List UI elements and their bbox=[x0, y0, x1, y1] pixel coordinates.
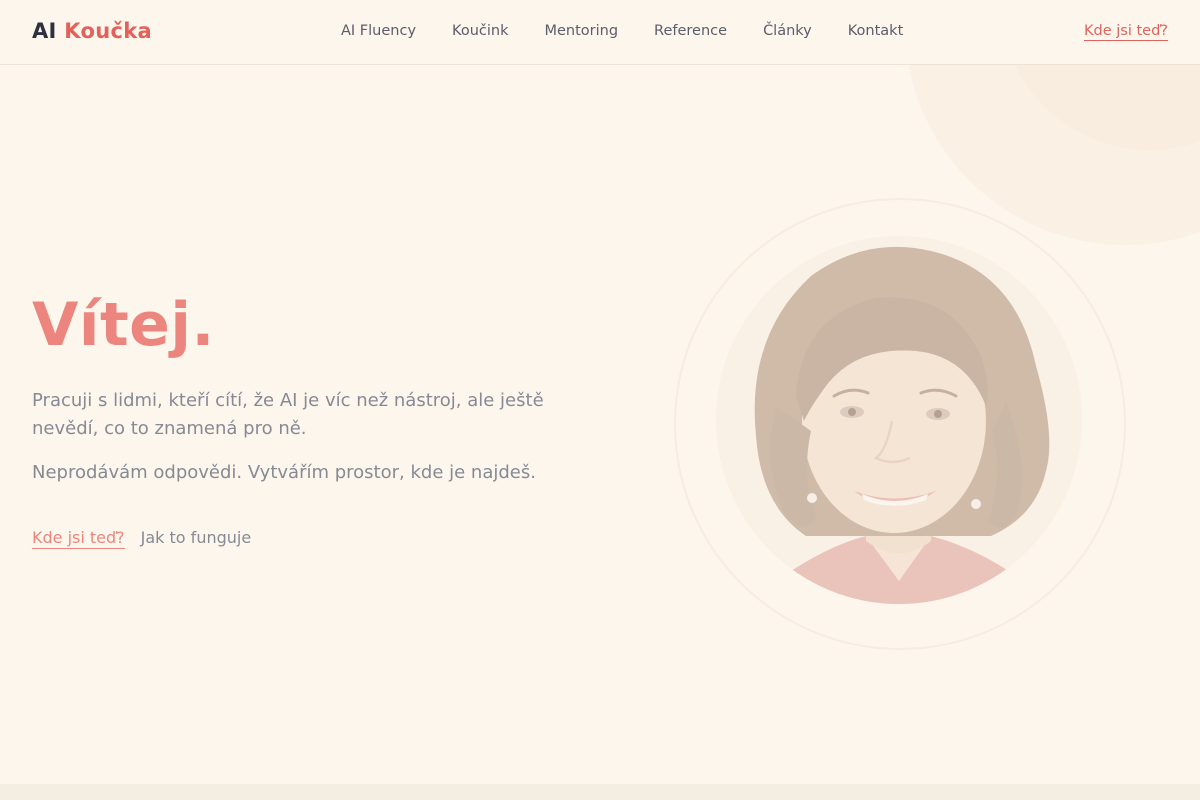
site-header: AI Koučka AI Fluency Koučink Mentoring R… bbox=[0, 0, 1200, 65]
how-it-works-link[interactable]: Jak to funguje bbox=[141, 528, 252, 547]
page: AI Koučka AI Fluency Koučink Mentoring R… bbox=[0, 0, 1200, 800]
hero-actions: Kde jsi teď? Jak to funguje bbox=[32, 528, 251, 549]
nav-item-mentoring[interactable]: Mentoring bbox=[544, 23, 618, 39]
logo-text-koucka: Koučka bbox=[64, 19, 152, 43]
nav-item-clanky[interactable]: Články bbox=[763, 23, 812, 39]
nav-item-kontakt[interactable]: Kontakt bbox=[848, 23, 904, 39]
hero-title: Vítej. bbox=[32, 290, 215, 360]
logo-link[interactable]: AI Koučka bbox=[32, 19, 152, 43]
nav-item-koucink[interactable]: Koučink bbox=[452, 23, 508, 39]
portrait-photo bbox=[716, 236, 1082, 604]
hero-cta-link[interactable]: Kde jsi teď? bbox=[32, 528, 125, 549]
logo-text-ai: AI bbox=[32, 19, 57, 43]
header-cta-link[interactable]: Kde jsi teď? bbox=[1084, 23, 1168, 41]
hero-secondary-text: Neprodávám odpovědi. Vytvářím prostor, k… bbox=[32, 462, 536, 483]
nav-item-reference[interactable]: Reference bbox=[654, 23, 727, 39]
nav-item-ai-fluency[interactable]: AI Fluency bbox=[341, 23, 416, 39]
hero-intro-text: Pracuji s lidmi, kteří cítí, že AI je ví… bbox=[32, 390, 544, 439]
main-nav: AI Fluency Koučink Mentoring Reference Č… bbox=[341, 23, 903, 39]
footer-strip bbox=[0, 784, 1200, 800]
